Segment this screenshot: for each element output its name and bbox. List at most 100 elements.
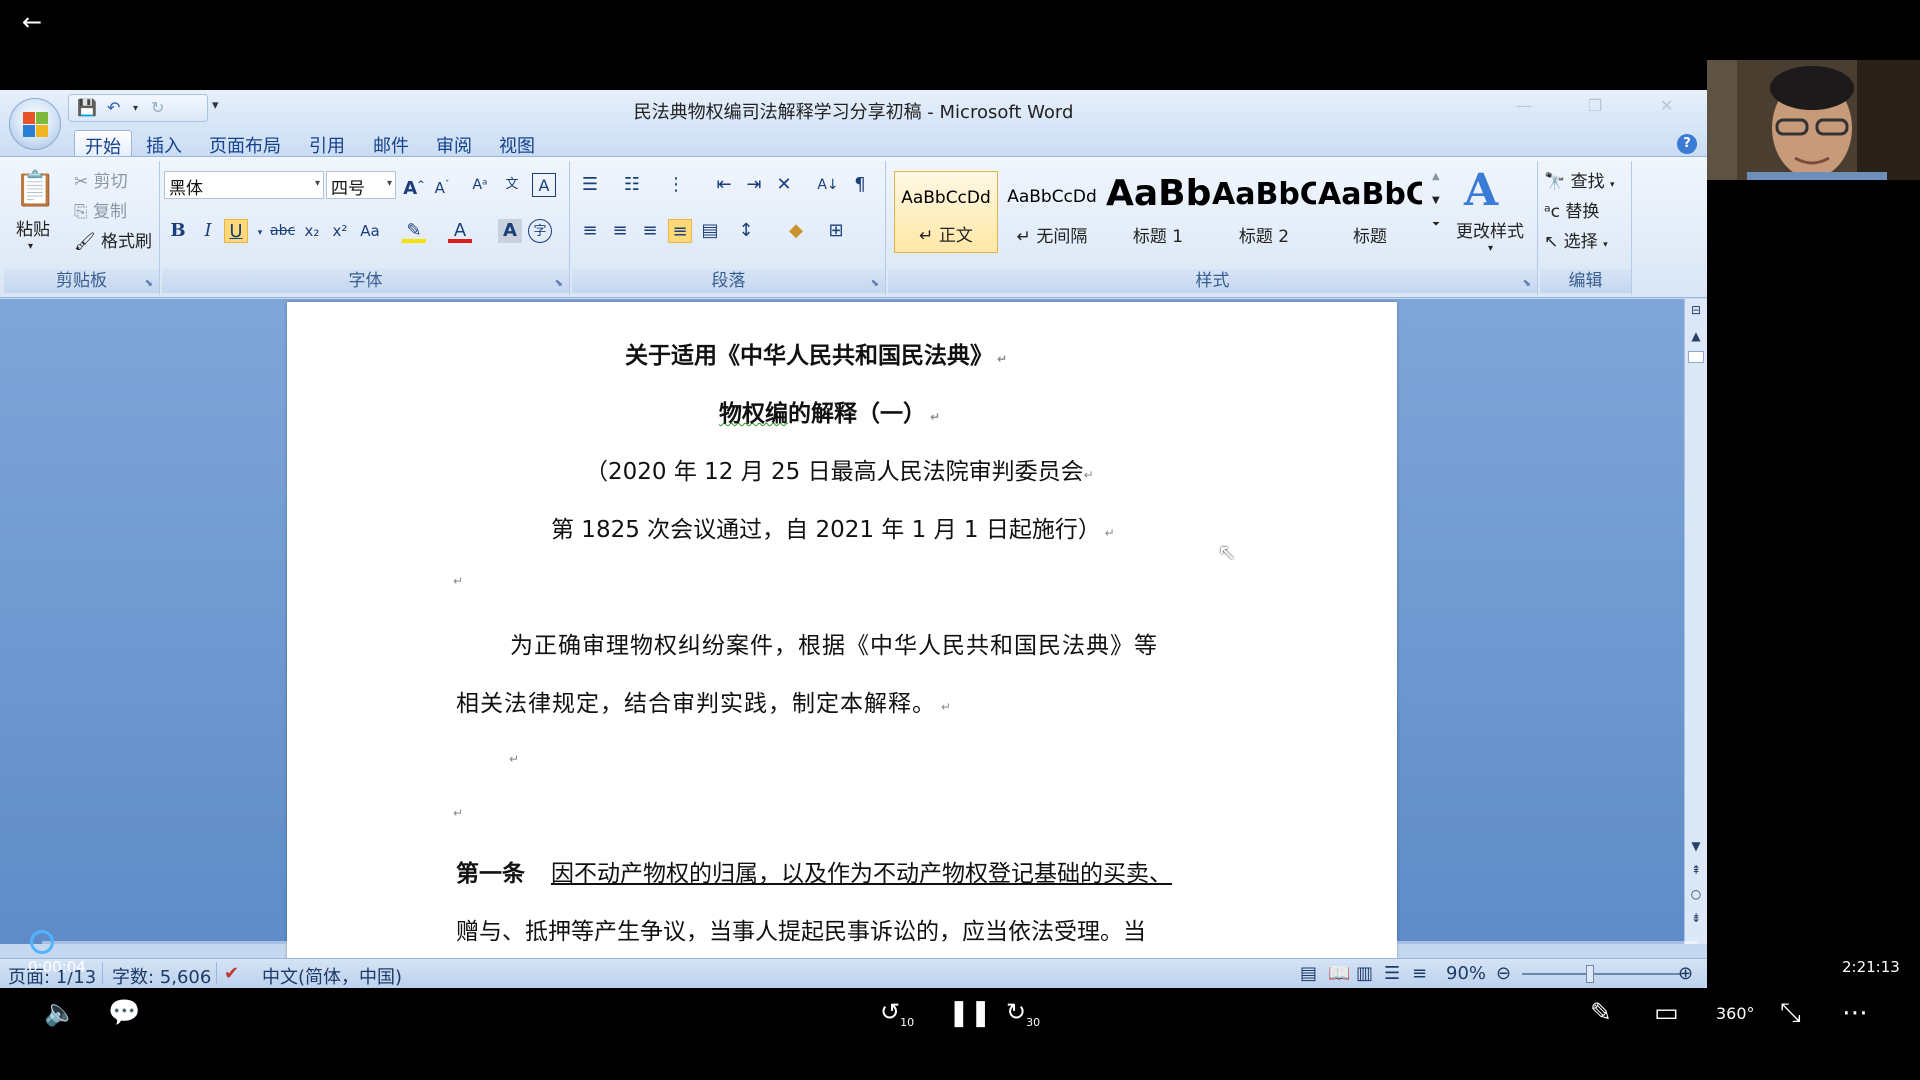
distributed-icon[interactable]: ▤ (698, 219, 722, 243)
strikethrough-icon[interactable]: abc (270, 219, 295, 243)
vertical-scrollbar[interactable]: ⊟ ▲ ▼ ⇞ ○ ⇟ (1684, 299, 1707, 944)
underline-dropdown-icon[interactable]: ▾ (248, 221, 272, 245)
tab-mailings[interactable]: 邮件 (363, 130, 419, 157)
font-size-combo[interactable]: 四号 ▾ (326, 171, 396, 199)
replace-button[interactable]: ᵃc 替换 (1544, 197, 1599, 222)
multilevel-list-icon[interactable]: ⋮ (664, 173, 688, 197)
scroll-up-icon[interactable]: ▲ (1685, 329, 1707, 343)
subtitles-icon[interactable]: 💬 (108, 998, 140, 1028)
split-icon[interactable]: ⊟ (1685, 303, 1707, 317)
italic-icon[interactable]: I (196, 219, 220, 243)
outline-icon[interactable]: ☰ (1384, 963, 1400, 984)
show-marks-icon[interactable]: ¶ (848, 173, 872, 197)
align-left-icon[interactable]: ≡ (578, 219, 602, 243)
paste-dropdown-icon[interactable]: ▾ (28, 241, 33, 252)
miniview-icon[interactable]: ▭ (1654, 998, 1679, 1028)
enclose-char-icon[interactable]: 字 (528, 219, 552, 243)
proofing-icon[interactable]: ✔ (224, 963, 239, 984)
font-color-icon[interactable]: A (448, 219, 472, 243)
style-heading-1[interactable]: AaBb 标题 1 (1106, 171, 1210, 253)
zoom-slider-thumb[interactable] (1586, 965, 1594, 983)
clear-format-icon[interactable]: Aᵃ (468, 173, 492, 197)
style-title[interactable]: AaBbC 标题 (1318, 171, 1422, 253)
sort-icon[interactable]: A↓ (816, 173, 840, 197)
chinese-layout-icon[interactable]: ✕ (772, 173, 796, 197)
increase-indent-icon[interactable]: ⇥ (742, 173, 766, 197)
zoom-in-icon[interactable]: ⊕ (1678, 963, 1693, 984)
close-icon[interactable]: ✕ (1660, 96, 1673, 115)
print-layout-icon[interactable]: ▤ (1300, 963, 1317, 984)
superscript-icon[interactable]: x² (328, 219, 352, 243)
pen-icon[interactable]: ✎ (1590, 998, 1612, 1028)
justify-icon[interactable]: ≡ (668, 219, 692, 243)
progress-bar[interactable] (42, 941, 1697, 944)
tab-references[interactable]: 引用 (299, 130, 355, 157)
next-page-icon[interactable]: ⇟ (1685, 911, 1707, 925)
forward-30-icon[interactable]: ↻30 (1006, 998, 1040, 1029)
draft-icon[interactable]: ≡ (1412, 963, 1427, 984)
restore-icon[interactable]: ❐ (1588, 96, 1602, 115)
numbering-icon[interactable]: ☷ (620, 173, 644, 197)
view-360-icon[interactable]: 360° (1716, 1004, 1755, 1023)
tab-insert[interactable]: 插入 (136, 130, 192, 157)
scroll-down-icon[interactable]: ▼ (1685, 839, 1707, 853)
grow-font-icon[interactable]: A^ (402, 173, 426, 199)
styles-scroll-down-icon[interactable]: ▼ (1432, 195, 1440, 206)
bold-icon[interactable]: B (166, 219, 190, 243)
minimize-icon[interactable]: — (1516, 96, 1532, 115)
font-name-combo[interactable]: 黑体 ▾ (164, 171, 324, 199)
rewind-10-icon[interactable]: ↺10 (880, 998, 914, 1029)
scroll-thumb[interactable] (1688, 351, 1704, 363)
phonetic-guide-icon[interactable]: 文 (500, 173, 524, 197)
change-styles-dropdown-icon[interactable]: ▾ (1488, 243, 1493, 254)
tab-view[interactable]: 视图 (489, 130, 545, 157)
language-indicator[interactable]: 中文(简体，中国) (262, 963, 402, 988)
char-shading-icon[interactable]: A (498, 219, 522, 243)
progress-handle[interactable] (30, 930, 54, 954)
clipboard-launcher-icon[interactable]: ⬊ (145, 278, 153, 289)
web-layout-icon[interactable]: ▥ (1356, 963, 1373, 984)
change-case-icon[interactable]: Aa (358, 219, 382, 243)
align-right-icon[interactable]: ≡ (638, 219, 662, 243)
highlight-icon[interactable]: ✎ (402, 219, 426, 243)
tab-review[interactable]: 审阅 (426, 130, 482, 157)
pause-icon[interactable]: ❚❚ (948, 998, 992, 1028)
zoom-level[interactable]: 90% (1446, 963, 1486, 984)
bullets-icon[interactable]: ☰ (578, 173, 602, 197)
tab-home[interactable]: 开始 (74, 130, 132, 158)
find-button[interactable]: 🔭 查找 ▾ (1544, 167, 1615, 192)
style-heading-2[interactable]: AaBbC 标题 2 (1212, 171, 1316, 253)
styles-more-icon[interactable]: ⏷ (1432, 219, 1440, 230)
paste-icon[interactable]: 📋 (14, 167, 56, 211)
paragraph-launcher-icon[interactable]: ⬊ (871, 278, 879, 289)
document-page[interactable]: 关于适用《中华人民共和国民法典》 ↵ 物权编的解释（一） ↵ （2020 年 1… (287, 302, 1397, 988)
underline-icon[interactable]: U (224, 219, 248, 243)
browse-object-icon[interactable]: ○ (1685, 887, 1707, 901)
change-styles-icon[interactable]: A (1464, 165, 1498, 216)
subscript-icon[interactable]: x₂ (300, 219, 324, 243)
office-button[interactable] (9, 98, 61, 150)
zoom-slider[interactable] (1522, 973, 1682, 975)
shrink-font-icon[interactable]: Aˇ (430, 173, 454, 197)
styles-scroll-up-icon[interactable]: ▲ (1432, 171, 1440, 182)
select-button[interactable]: ↖ 选择 ▾ (1544, 227, 1608, 252)
decrease-indent-icon[interactable]: ⇤ (712, 173, 736, 197)
help-icon[interactable]: ? (1677, 134, 1697, 154)
word-count[interactable]: 字数: 5,606 (112, 963, 211, 988)
style-no-spacing[interactable]: AaBbCcDd ↵ 无间隔 (1000, 171, 1104, 253)
style-normal[interactable]: AaBbCcDd ↵ 正文 (894, 171, 998, 253)
align-center-icon[interactable]: ≡ (608, 219, 632, 243)
copy-button[interactable]: ⎘ 复制 (74, 197, 127, 222)
tab-page-layout[interactable]: 页面布局 (199, 130, 291, 157)
zoom-out-icon[interactable]: ⊖ (1496, 963, 1511, 984)
font-launcher-icon[interactable]: ⬊ (555, 278, 563, 289)
volume-icon[interactable]: 🔈 (44, 998, 76, 1028)
change-styles-button[interactable]: 更改样式 (1456, 217, 1524, 242)
more-options-icon[interactable]: ⋯ (1842, 998, 1868, 1028)
shading-icon[interactable]: ◆ (784, 219, 808, 243)
line-spacing-icon[interactable]: ↕ (734, 219, 758, 243)
prev-page-icon[interactable]: ⇞ (1685, 863, 1707, 877)
back-arrow-icon[interactable]: ← (14, 4, 50, 40)
cut-button[interactable]: ✂ 剪切 (74, 167, 128, 192)
borders-icon[interactable]: ⊞ (824, 219, 848, 243)
